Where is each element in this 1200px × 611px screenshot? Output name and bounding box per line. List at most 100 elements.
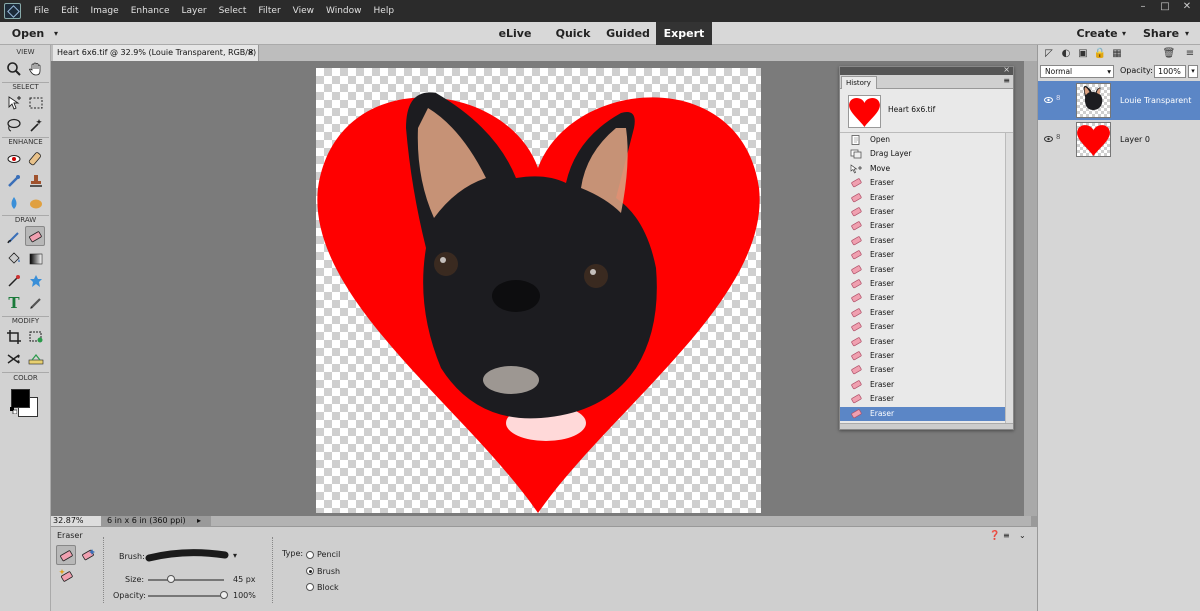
delete-layer-icon[interactable]: 🗑 [1162,47,1176,61]
crop-tool-icon[interactable] [4,327,24,347]
move-tool-icon[interactable] [4,93,24,113]
brush-tool-icon[interactable] [4,227,24,247]
history-panel-titlebar[interactable]: × [840,65,1013,75]
paint-bucket-tool-icon[interactable] [4,249,24,269]
close-window-button[interactable]: ✕ [1176,0,1198,14]
history-item[interactable]: Eraser [840,378,1005,392]
layer-visibility-eye-icon[interactable] [1044,135,1053,143]
menu-filter[interactable]: Filter [252,0,286,22]
lock-transparency-icon[interactable]: ▦ [1110,47,1124,61]
history-menu-icon[interactable]: ≡ [1003,76,1010,85]
history-item[interactable]: Eraser [840,277,1005,291]
history-item[interactable]: Eraser [840,335,1005,349]
adjustment-layer-icon[interactable]: ◐ [1059,47,1073,61]
hand-tool-icon[interactable] [26,59,46,79]
history-item[interactable]: Eraser [840,363,1005,377]
blend-mode-select[interactable]: Normal ▾ [1040,65,1114,78]
help-icon[interactable]: ❓ [989,531,1000,541]
open-dropdown-icon[interactable]: ▾ [50,22,62,45]
canvas-vertical-scrollbar[interactable] [1024,61,1037,516]
history-item[interactable]: Eraser [840,205,1005,219]
size-slider-track[interactable] [148,579,224,581]
type-block-radio[interactable] [306,583,314,591]
history-item[interactable]: Eraser [840,248,1005,262]
history-item[interactable]: Eraser [840,191,1005,205]
pencil-tool-icon[interactable] [26,293,46,313]
menu-enhance[interactable]: Enhance [125,0,176,22]
history-scrollbar[interactable] [1005,133,1013,423]
menu-layer[interactable]: Layer [176,0,213,22]
blur-tool-icon[interactable] [4,193,24,213]
history-item[interactable]: Move [840,162,1005,176]
opacity-slider-knob[interactable] [220,591,228,599]
custom-shape-tool-icon[interactable] [26,271,46,291]
zoom-level-field[interactable]: 32.87% [51,516,101,526]
size-slider-knob[interactable] [166,575,175,583]
history-item[interactable]: Eraser [840,219,1005,233]
type-tool-icon[interactable]: T [4,293,24,313]
foreground-color-swatch[interactable] [11,389,30,408]
layer-link-icon[interactable]: 8 [1056,94,1060,102]
red-eye-tool-icon[interactable] [4,149,24,169]
menu-view[interactable]: View [287,0,320,22]
menu-file[interactable]: File [28,0,55,22]
magic-eraser-option-icon[interactable] [56,565,76,585]
create-button[interactable]: Create [1075,22,1119,45]
history-item[interactable]: Eraser [840,406,1005,421]
background-eraser-option-icon[interactable] [78,545,98,565]
eyedropper-tool-icon[interactable] [4,271,24,291]
eraser-option-icon[interactable] [56,545,76,565]
history-snapshot[interactable]: Heart 6x6.tif [840,89,1013,133]
status-menu-arrow-icon[interactable]: ▸ [197,516,207,526]
document-tab[interactable]: Heart 6x6.tif @ 32.9% (Louie Transparent… [53,45,259,73]
mode-guided-tab[interactable]: Guided [603,22,653,45]
mode-elive-tab[interactable]: eLive [494,22,536,45]
menu-edit[interactable]: Edit [55,0,84,22]
close-document-icon[interactable]: × [247,45,255,61]
magic-wand-tool-icon[interactable] [26,115,46,135]
menu-select[interactable]: Select [213,0,253,22]
close-panel-icon[interactable]: × [1003,65,1010,74]
history-item[interactable]: Eraser [840,349,1005,363]
layer-visibility-eye-icon[interactable] [1044,96,1053,104]
type-pencil-radio[interactable] [306,551,314,559]
layer-link-icon[interactable]: 8 [1056,133,1060,141]
menu-help[interactable]: Help [368,0,401,22]
swap-colors-icon[interactable] [10,407,18,415]
options-menu-icon[interactable]: ≡ [1003,531,1010,540]
brush-preset-picker[interactable] [145,547,229,565]
history-item[interactable]: Eraser [840,320,1005,334]
content-aware-move-tool-icon[interactable] [4,349,24,369]
history-resize-grip[interactable] [840,423,1013,429]
layer-opacity-field[interactable]: 100% [1154,65,1186,78]
brush-dropdown-icon[interactable]: ▾ [233,551,237,560]
open-button[interactable]: Open [8,22,48,45]
layer-row-layer-0[interactable]: 8 Layer 0 [1038,120,1200,159]
straighten-tool-icon[interactable] [26,349,46,369]
menu-window[interactable]: Window [320,0,368,22]
history-item[interactable]: Eraser [840,234,1005,248]
lasso-tool-icon[interactable] [4,115,24,135]
document-canvas[interactable] [316,68,761,514]
collapse-options-icon[interactable]: ⌄ [1019,531,1026,540]
history-item[interactable]: Eraser [840,263,1005,277]
history-tab[interactable]: History [841,76,877,89]
gradient-tool-icon[interactable] [26,249,46,269]
canvas-horizontal-scrollbar[interactable] [211,516,1031,526]
sponge-tool-icon[interactable] [26,193,46,213]
share-dropdown-icon[interactable]: ▾ [1182,22,1192,45]
new-layer-icon[interactable]: ◸ [1042,47,1056,61]
mode-quick-tab[interactable]: Quick [550,22,596,45]
eraser-tool-icon[interactable] [25,226,45,246]
maximize-button[interactable]: □ [1154,0,1176,14]
marquee-tool-icon[interactable] [26,93,46,113]
history-item[interactable]: Drag Layer [840,147,1005,161]
layer-row-louie[interactable]: 8 Louie Transparent [1038,81,1200,120]
clone-stamp-tool-icon[interactable] [26,171,46,191]
recompose-tool-icon[interactable] [26,327,46,347]
spot-healing-tool-icon[interactable] [26,149,46,169]
lock-all-icon[interactable]: 🔒 [1093,47,1107,61]
zoom-tool-icon[interactable] [4,59,24,79]
opacity-dropdown-icon[interactable]: ▾ [1188,65,1198,78]
history-item[interactable]: Eraser [840,392,1005,406]
